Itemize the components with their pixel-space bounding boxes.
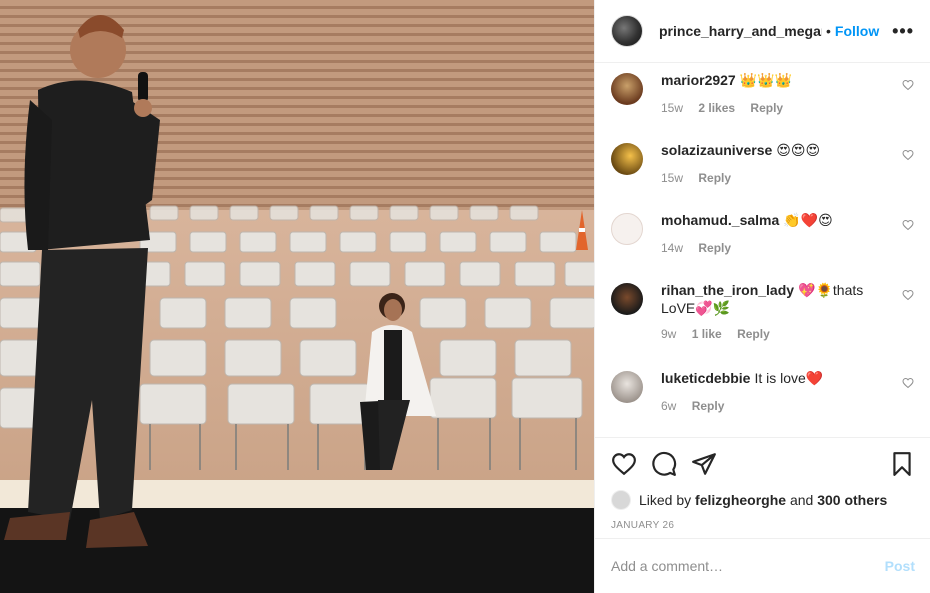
comment-likes[interactable]: 2 likes	[698, 101, 735, 115]
liker-avatar[interactable]	[611, 490, 631, 510]
heart-icon[interactable]	[611, 451, 637, 477]
like-comment-heart-icon[interactable]	[902, 377, 914, 389]
reply-button[interactable]: Reply	[698, 241, 731, 255]
follow-button[interactable]: Follow	[835, 23, 879, 39]
comment-text: 👑👑👑	[739, 72, 793, 88]
comments-list[interactable]: marior2927 👑👑👑 15w 2 likes Reply solaziza…	[595, 63, 930, 437]
comment-time[interactable]: 15w	[661, 101, 683, 115]
commenter-avatar[interactable]	[611, 283, 643, 315]
comment-time[interactable]: 14w	[661, 241, 683, 255]
commenter-username[interactable]: luketicdebbie	[661, 370, 750, 386]
post-actions: Liked by felizgheorghe and 300 others JA…	[595, 437, 930, 531]
comment-text: 😍😍😍	[776, 142, 821, 158]
photo-illustration	[0, 0, 594, 593]
author-avatar[interactable]	[611, 15, 643, 47]
likes-count[interactable]: 300 others	[817, 492, 887, 508]
commenter-username[interactable]: rihan_the_iron_lady	[661, 282, 794, 298]
comment-text: It is love❤️	[754, 370, 824, 386]
comment-item: luketicdebbie It is love❤️ 6w Reply	[611, 361, 914, 431]
separator-dot: •	[826, 23, 831, 39]
comment-input[interactable]	[611, 558, 885, 574]
post-comment-button[interactable]: Post	[885, 558, 915, 574]
action-icons	[611, 438, 915, 490]
reply-button[interactable]: Reply	[750, 101, 783, 115]
like-comment-heart-icon[interactable]	[902, 289, 914, 301]
likes-summary: Liked by felizgheorghe and 300 others	[611, 490, 915, 510]
commenter-avatar[interactable]	[611, 371, 643, 403]
share-icon[interactable]	[691, 451, 717, 477]
author-username[interactable]: prince_harry_and_megan	[659, 23, 822, 39]
bookmark-icon[interactable]	[889, 451, 915, 477]
comment-item: rihan_the_iron_lady 💖🌻thats LoVE💞🌿 9w 1 l…	[611, 273, 914, 361]
commenter-avatar[interactable]	[611, 213, 643, 245]
post-date[interactable]: JANUARY 26	[611, 520, 915, 531]
post-photo[interactable]	[0, 0, 594, 593]
commenter-avatar[interactable]	[611, 143, 643, 175]
comment-item: solazizauniverse 😍😍😍 15w Reply	[611, 133, 914, 203]
comment-icon[interactable]	[651, 451, 677, 477]
commenter-avatar[interactable]	[611, 73, 643, 105]
likes-prefix: Liked by	[639, 492, 696, 508]
comment-time[interactable]: 9w	[661, 327, 676, 341]
comment-item: marior2927 👑👑👑 15w 2 likes Reply	[611, 63, 914, 133]
add-comment-bar: Post	[595, 538, 930, 593]
commenter-username[interactable]: mohamud._salma	[661, 212, 779, 228]
comment-item: mohamud._salma 👏❤️😍 14w Reply	[611, 203, 914, 273]
comment-time[interactable]: 6w	[661, 399, 676, 413]
liker-username[interactable]: felizgheorghe	[695, 492, 786, 508]
post-header: prince_harry_and_megan • Follow •••	[595, 0, 930, 63]
commenter-username[interactable]: marior2927	[661, 72, 736, 88]
likes-middle: and	[786, 492, 818, 508]
like-comment-heart-icon[interactable]	[902, 79, 914, 91]
reply-button[interactable]: Reply	[698, 171, 731, 185]
commenter-username[interactable]: solazizauniverse	[661, 142, 772, 158]
reply-button[interactable]: Reply	[737, 327, 770, 341]
like-comment-heart-icon[interactable]	[902, 149, 914, 161]
like-comment-heart-icon[interactable]	[902, 219, 914, 231]
comment-likes[interactable]: 1 like	[692, 327, 722, 341]
comment-time[interactable]: 15w	[661, 171, 683, 185]
post-side-panel: prince_harry_and_megan • Follow ••• mari…	[594, 0, 930, 593]
comment-text: 👏❤️😍	[783, 212, 833, 228]
more-options-icon[interactable]: •••	[892, 21, 914, 42]
reply-button[interactable]: Reply	[692, 399, 725, 413]
